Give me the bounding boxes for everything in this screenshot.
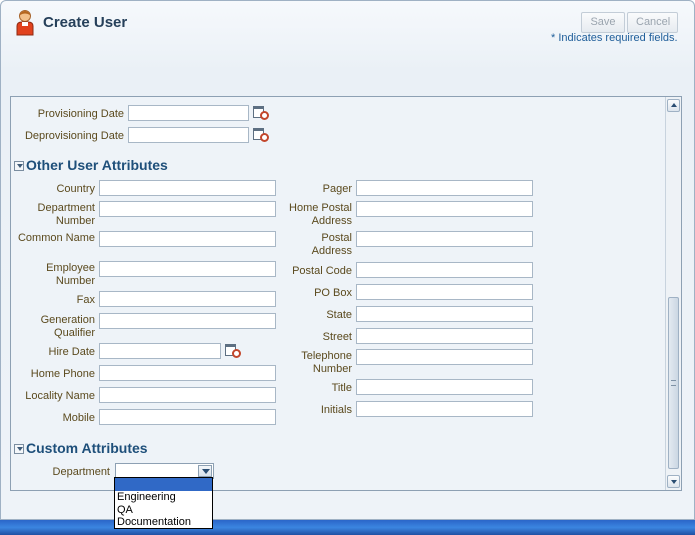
- collapse-triangle-icon[interactable]: [14, 444, 24, 454]
- section-other-user-attributes: Other User Attributes: [26, 157, 168, 173]
- department-option[interactable]: Engineering: [115, 491, 212, 504]
- clipped-heading-fragment: [111, 97, 121, 100]
- home-postal-address-input[interactable]: [356, 201, 533, 217]
- user-form-panel: Provisioning Date Deprovisioning Date Ot…: [10, 96, 682, 491]
- scroll-down-icon[interactable]: [667, 475, 680, 488]
- home-phone-input[interactable]: [99, 365, 276, 381]
- department-option[interactable]: [115, 478, 212, 491]
- deprovisioning-date-input[interactable]: [128, 127, 249, 143]
- scroll-up-icon[interactable]: [667, 99, 680, 112]
- field-label: Pager: [322, 183, 352, 195]
- postal-code-input[interactable]: [356, 262, 533, 278]
- field-label: Common Name: [17, 232, 95, 244]
- po-box-input[interactable]: [356, 284, 533, 300]
- provisioning-date-input[interactable]: [128, 105, 249, 121]
- calendar-clock-icon[interactable]: [225, 343, 243, 359]
- mobile-input[interactable]: [99, 409, 276, 425]
- fax-input[interactable]: [99, 291, 276, 307]
- common-name-input[interactable]: [99, 231, 276, 247]
- postal-address-input[interactable]: [356, 231, 533, 247]
- page-title: Create User: [43, 14, 128, 31]
- field-label: Hire Date: [48, 346, 95, 358]
- scroll-thumb[interactable]: [668, 297, 679, 469]
- field-label: Telephone Number: [301, 350, 352, 375]
- generation-qualifier-input[interactable]: [99, 313, 276, 329]
- field-label: Fax: [76, 294, 95, 306]
- field-label: Postal Code: [292, 265, 352, 277]
- save-button[interactable]: Save: [581, 12, 625, 33]
- field-label: State: [326, 309, 352, 321]
- employee-number-input[interactable]: [99, 261, 276, 277]
- title-input[interactable]: [356, 379, 533, 395]
- state-input[interactable]: [356, 306, 533, 322]
- department-options-list: Engineering QA Documentation: [114, 477, 213, 529]
- section-custom-attributes: Custom Attributes: [26, 440, 148, 456]
- field-label: Department Number: [37, 202, 95, 227]
- field-label: Title: [331, 382, 352, 394]
- collapse-triangle-icon[interactable]: [14, 161, 24, 171]
- field-label: Employee Number: [46, 262, 95, 287]
- cancel-button[interactable]: Cancel: [627, 12, 678, 33]
- user-icon: [16, 10, 34, 36]
- calendar-clock-icon[interactable]: [253, 105, 271, 121]
- taskbar: [0, 520, 695, 535]
- vertical-scrollbar[interactable]: [665, 97, 681, 490]
- country-input[interactable]: [99, 180, 276, 196]
- form-content: Provisioning Date Deprovisioning Date Ot…: [11, 97, 665, 490]
- provisioning-date-label: Provisioning Date: [37, 108, 124, 120]
- deprovisioning-date-label: Deprovisioning Date: [24, 130, 124, 142]
- initials-input[interactable]: [356, 401, 533, 417]
- required-fields-note: * Indicates required fields.: [551, 32, 678, 44]
- hire-date-input[interactable]: [99, 343, 221, 359]
- department-number-input[interactable]: [99, 201, 276, 217]
- field-label: Initials: [320, 404, 352, 416]
- create-user-window: Create User Save Cancel * Indicates requ…: [0, 0, 695, 520]
- telephone-number-input[interactable]: [356, 349, 533, 365]
- department-label: Department: [52, 466, 110, 478]
- field-label: Home Postal Address: [289, 202, 352, 227]
- field-label: Street: [322, 331, 352, 343]
- field-label: Postal Address: [311, 232, 352, 257]
- calendar-clock-icon[interactable]: [253, 127, 271, 143]
- street-input[interactable]: [356, 328, 533, 344]
- field-label: PO Box: [314, 287, 352, 299]
- field-label: Country: [56, 183, 95, 195]
- field-label: Mobile: [62, 412, 95, 424]
- locality-name-input[interactable]: [99, 387, 276, 403]
- field-label: Home Phone: [30, 368, 95, 380]
- chevron-down-icon[interactable]: [198, 465, 212, 477]
- field-label: Locality Name: [25, 390, 95, 402]
- field-label: Generation Qualifier: [40, 314, 95, 339]
- department-option[interactable]: Documentation: [115, 516, 212, 529]
- pager-input[interactable]: [356, 180, 533, 196]
